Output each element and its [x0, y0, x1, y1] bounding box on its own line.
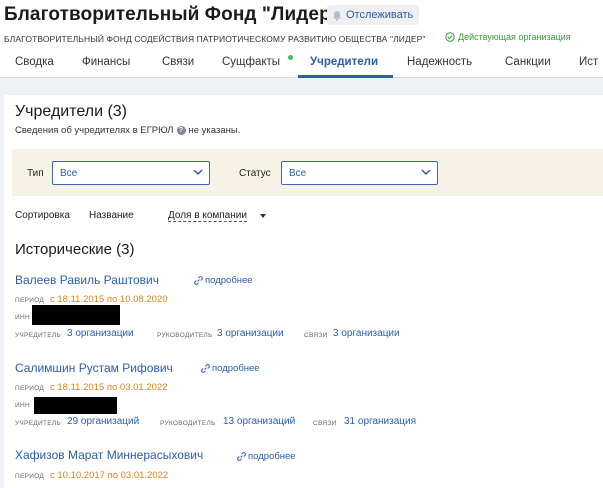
type-filter-select[interactable]: Все [52, 161, 210, 185]
page-title: Благотворительный Фонд "Лидер" [4, 4, 340, 25]
status-badge: Действующая организация [445, 32, 571, 42]
founders-note-suffix: не указаны. [188, 125, 241, 136]
links-count-link[interactable]: 3 организации [333, 328, 400, 339]
historical-title: Исторические (3) [15, 241, 135, 258]
check-circle-icon [445, 32, 455, 42]
period-value: с 18.11.2015 по 10.08.2020 [50, 294, 168, 305]
tab-finance[interactable]: Финансы [82, 56, 130, 68]
redacted-inn [34, 397, 117, 414]
status-filter-select[interactable]: Все [281, 161, 438, 185]
founder-count-link[interactable]: 29 организаций [67, 416, 139, 427]
period-value: с 10.10.2017 по 03.01.2022 [50, 470, 169, 481]
person-name[interactable]: Хафизов Марат Миннерасыхович [15, 448, 203, 462]
sort-by-name[interactable]: Название [89, 210, 134, 221]
founders-note: Сведения об учредителях в ЕГРЮЛ ? не ука… [15, 125, 240, 136]
sort-by-share[interactable]: Доля в компании [168, 210, 247, 222]
tab-facts[interactable]: Сущфакты [222, 56, 280, 68]
link-icon [237, 452, 246, 461]
chevron-down-icon [421, 169, 431, 176]
watch-button[interactable]: Отслеживать [327, 5, 420, 25]
chevron-down-icon [193, 169, 203, 176]
watch-label: Отслеживать [346, 9, 414, 21]
tab-bar: Сводка Финансы Связи Сущфакты Учредители… [0, 50, 603, 78]
more-link[interactable]: подробнее [237, 451, 296, 462]
period-value: с 18.11.2015 по 03.01.2022 [50, 382, 168, 393]
type-filter-label: Тип [27, 168, 44, 179]
full-name: БЛАГОТВОРИТЕЛЬНЫЙ ФОНД СОДЕЙСТВИЯ ПАТРИО… [4, 34, 426, 44]
left-gutter [0, 95, 4, 488]
inn-label: ИНН [15, 402, 30, 409]
tab-summary[interactable]: Сводка [15, 56, 54, 68]
sort-caret-icon [260, 214, 266, 218]
tab-reliability[interactable]: Надежность [407, 56, 472, 68]
founder-count-link[interactable]: 3 организации [67, 328, 134, 339]
inn-label: ИНН [15, 314, 30, 321]
sort-label: Сортировка [15, 210, 70, 221]
status-filter-value: Все [289, 168, 307, 179]
founder-label: УЧРЕДИТЕЛЬ [15, 420, 62, 427]
type-filter-value: Все [60, 168, 78, 179]
more-link[interactable]: подробнее [194, 275, 253, 286]
more-label: подробнее [205, 275, 253, 286]
founders-title: Учредители (3) [15, 103, 128, 120]
content-gap [0, 78, 603, 95]
tab-sanctions[interactable]: Санкции [505, 56, 551, 68]
more-label: подробнее [212, 363, 260, 374]
new-facts-dot [288, 55, 293, 60]
more-link[interactable]: подробнее [201, 363, 260, 374]
period-label: ПЕРИОД [15, 473, 45, 480]
links-label: СВЯЗИ [313, 420, 337, 427]
links-count-link[interactable]: 31 организация [344, 416, 416, 427]
person-name[interactable]: Салимшин Рустам Рифович [15, 361, 173, 375]
links-label: СВЯЗИ [304, 332, 328, 339]
tab-history[interactable]: Ист [579, 56, 598, 68]
head-label: РУКОВОДИТЕЛЬ [160, 420, 216, 427]
head-count-link[interactable]: 13 организаций [223, 416, 295, 427]
more-label: подробнее [248, 451, 296, 462]
bell-icon [333, 10, 341, 21]
status-text: Действующая организация [458, 32, 571, 42]
period-label: ПЕРИОД [15, 297, 45, 304]
founders-note-prefix: Сведения об учредителях в ЕГРЮЛ [15, 125, 174, 136]
status-filter-label: Статус [239, 168, 271, 179]
tab-links[interactable]: Связи [162, 56, 194, 68]
filter-bar: Тип Все Статус Все [12, 149, 603, 196]
help-icon[interactable]: ? [176, 126, 186, 135]
head-label: РУКОВОДИТЕЛЬ [157, 332, 213, 339]
redacted-inn [32, 305, 120, 325]
founder-label: УЧРЕДИТЕЛЬ [15, 332, 62, 339]
period-label: ПЕРИОД [15, 385, 45, 392]
person-name[interactable]: Валеев Равиль Раштович [15, 273, 159, 287]
tab-founders[interactable]: Учредители [310, 56, 378, 68]
link-icon [194, 276, 203, 285]
head-count-link[interactable]: 3 организации [217, 328, 284, 339]
link-icon [201, 364, 210, 373]
